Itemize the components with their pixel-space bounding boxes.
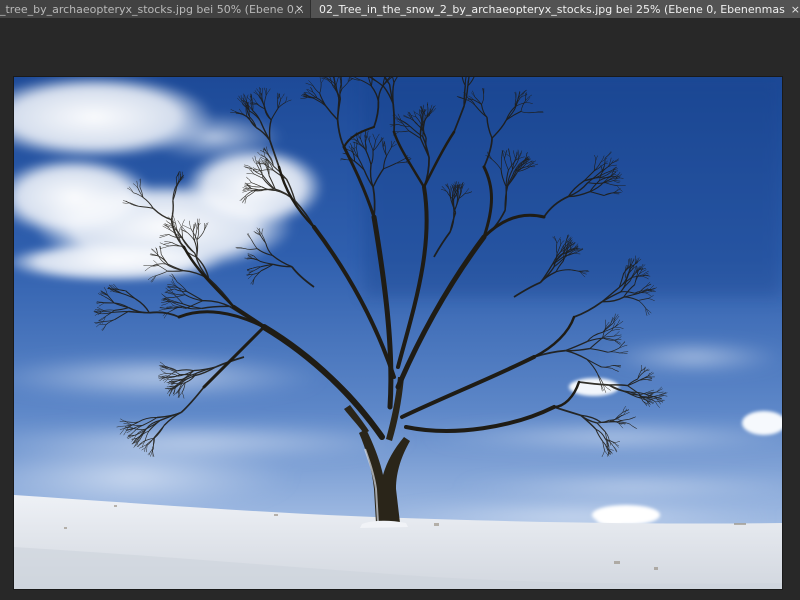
document-tab-2[interactable]: 02_Tree_in_the_snow_2_by_archaeopteryx_s…	[310, 0, 800, 18]
document-tab-2-label: 02_Tree_in_the_snow_2_by_archaeopteryx_s…	[319, 2, 785, 16]
document-canvas[interactable]	[14, 77, 782, 589]
document-tab-1[interactable]: d_tree_by_archaeopteryx_stocks.jpg bei 5…	[0, 0, 310, 18]
document-tab-bar: d_tree_by_archaeopteryx_stocks.jpg bei 5…	[0, 0, 800, 18]
canvas-area[interactable]	[0, 18, 800, 600]
document-tab-1-label: d_tree_by_archaeopteryx_stocks.jpg bei 5…	[0, 2, 303, 16]
tree-in-snow-photo	[14, 77, 782, 589]
close-icon[interactable]: ×	[791, 3, 800, 16]
photoshop-window: d_tree_by_archaeopteryx_stocks.jpg bei 5…	[0, 0, 800, 600]
close-icon[interactable]: ×	[295, 2, 304, 15]
